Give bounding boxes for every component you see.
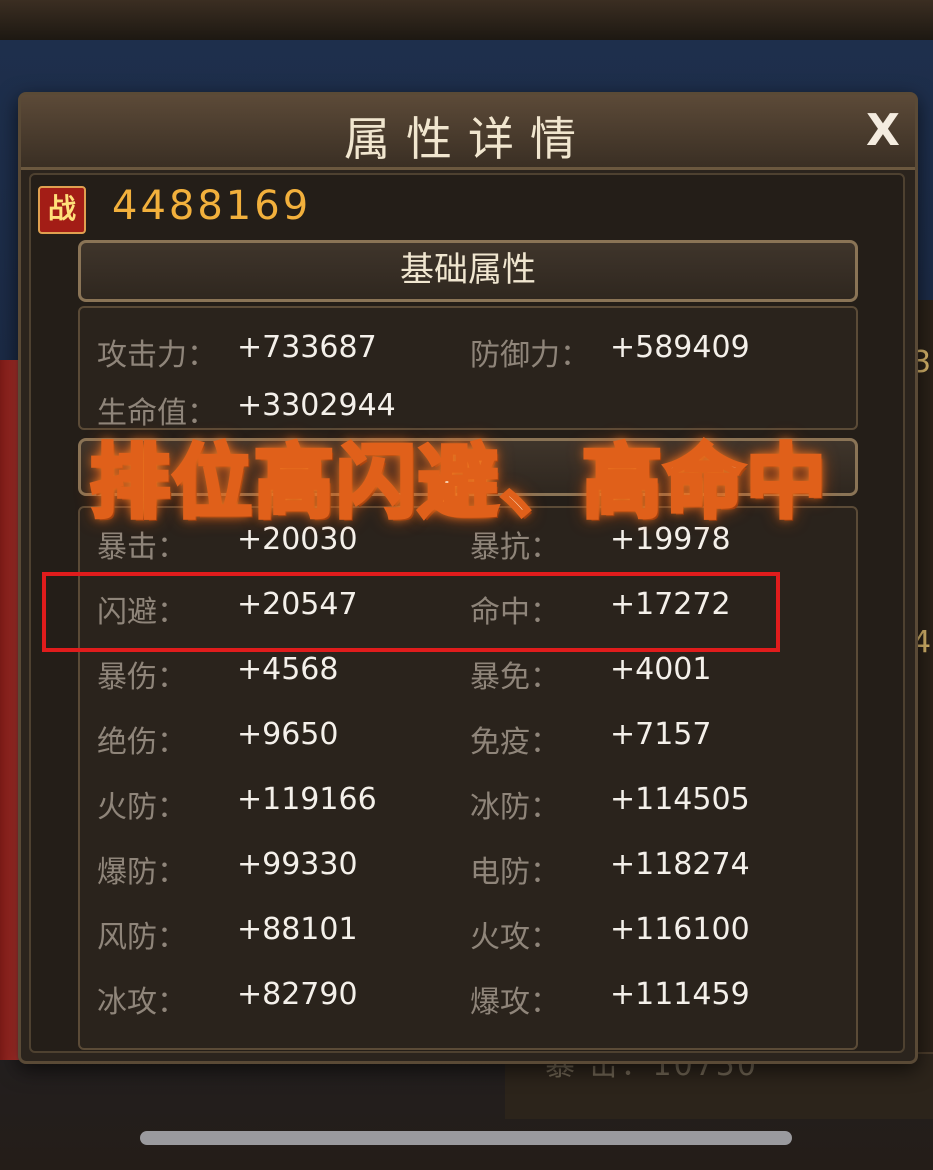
stat-label: 暴免： <box>470 660 560 695</box>
stat-value: +4001 <box>610 652 712 687</box>
defense-value: +589409 <box>610 330 750 365</box>
close-button[interactable]: X <box>859 107 907 155</box>
stat-value: +9650 <box>237 717 339 752</box>
stat-label: 冰防： <box>470 790 560 825</box>
stat-label: 绝伤： <box>97 725 187 760</box>
highlight-box <box>42 572 780 652</box>
stat-label: 免疫： <box>470 725 560 760</box>
stat-value: +116100 <box>610 912 750 947</box>
stat-label: 爆攻： <box>470 985 560 1020</box>
attack-value: +733687 <box>237 330 377 365</box>
stat-label: 电防： <box>470 855 560 890</box>
stat-value: +99330 <box>237 847 358 882</box>
stat-value: +119166 <box>237 782 377 817</box>
stat-value: +4568 <box>237 652 339 687</box>
defense-label: 防御力： <box>470 338 590 373</box>
dialog-title-bar: 属性详情 X <box>21 95 915 170</box>
stat-label: 火防： <box>97 790 187 825</box>
stat-value: +82790 <box>237 977 358 1012</box>
stat-label: 暴伤： <box>97 660 187 695</box>
stat-value: +118274 <box>610 847 750 882</box>
stat-label: 风防： <box>97 920 187 955</box>
stat-label: 冰攻： <box>97 985 187 1020</box>
combat-power-icon: 战 <box>38 186 86 234</box>
stat-label: 火攻： <box>470 920 560 955</box>
stat-label: 爆防： <box>97 855 187 890</box>
attack-label: 攻击力： <box>97 338 217 373</box>
stat-value: +111459 <box>610 977 750 1012</box>
stat-value: +7157 <box>610 717 712 752</box>
stat-value: +88101 <box>237 912 358 947</box>
home-indicator[interactable] <box>140 1131 792 1145</box>
overlay-caption: 排位高闪避、高命中 <box>88 434 828 531</box>
combat-power-value: 4488169 <box>112 183 312 229</box>
dialog-title: 属性详情 <box>344 112 592 166</box>
basic-attributes-header: 基础属性 <box>78 240 858 302</box>
stat-value: +114505 <box>610 782 750 817</box>
background-top-frame <box>0 0 933 40</box>
